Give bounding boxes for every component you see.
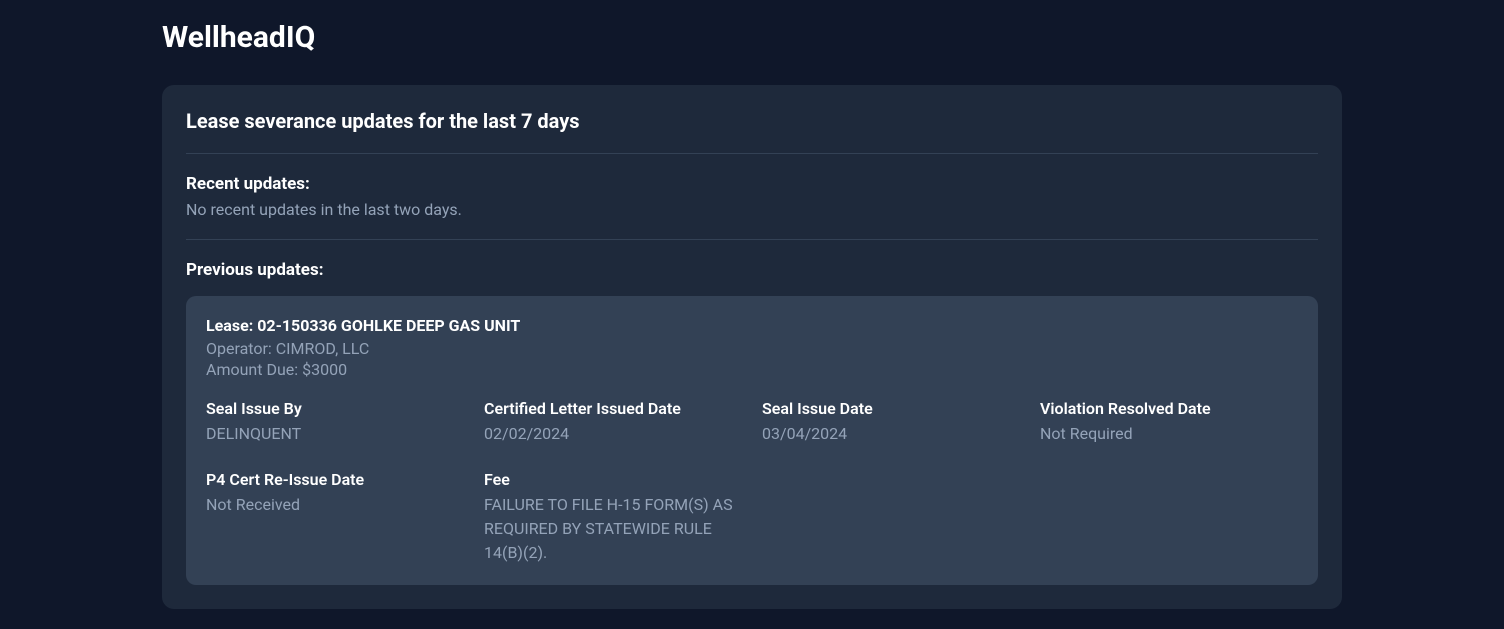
detail-label: Violation Resolved Date [1040,399,1298,418]
recent-updates-section: Recent updates: No recent updates in the… [186,154,1318,240]
detail-label: Seal Issue Date [762,399,1020,418]
brand-title: WellheadIQ [162,20,1342,55]
lease-detail-grid: Seal Issue By DELINQUENT Certified Lette… [206,399,1298,565]
card-title: Lease severance updates for the last 7 d… [186,109,1318,154]
p4-cert-reissue-date: P4 Cert Re-Issue Date Not Received [206,470,464,565]
seal-issue-by: Seal Issue By DELINQUENT [206,399,464,446]
lease-severance-card: Lease severance updates for the last 7 d… [162,85,1342,609]
lease-header: Lease: 02-150336 GOHLKE DEEP GAS UNIT Op… [206,316,1298,379]
detail-label: Seal Issue By [206,399,464,418]
detail-value: 03/04/2024 [762,422,1020,446]
detail-label: Certified Letter Issued Date [484,399,742,418]
detail-value: Not Required [1040,422,1298,446]
seal-issue-date: Seal Issue Date 03/04/2024 [762,399,1020,446]
recent-updates-message: No recent updates in the last two days. [186,200,1318,219]
certified-letter-issued-date: Certified Letter Issued Date 02/02/2024 [484,399,742,446]
detail-value: Not Received [206,493,464,517]
lease-operator: Operator: CIMROD, LLC [206,339,1298,358]
lease-amount-due: Amount Due: $3000 [206,360,1298,379]
detail-value: FAILURE TO FILE H-15 FORM(S) AS REQUIRED… [484,493,742,565]
previous-updates-title: Previous updates: [186,260,1318,280]
lease-update-card: Lease: 02-150336 GOHLKE DEEP GAS UNIT Op… [186,296,1318,585]
fee: Fee FAILURE TO FILE H-15 FORM(S) AS REQU… [484,470,742,565]
detail-value: 02/02/2024 [484,422,742,446]
previous-updates-section: Previous updates: Lease: 02-150336 GOHLK… [186,240,1318,585]
detail-label: Fee [484,470,742,489]
detail-label: P4 Cert Re-Issue Date [206,470,464,489]
recent-updates-title: Recent updates: [186,174,1318,194]
detail-value: DELINQUENT [206,422,464,446]
lease-title: Lease: 02-150336 GOHLKE DEEP GAS UNIT [206,316,1298,335]
violation-resolved-date: Violation Resolved Date Not Required [1040,399,1298,446]
